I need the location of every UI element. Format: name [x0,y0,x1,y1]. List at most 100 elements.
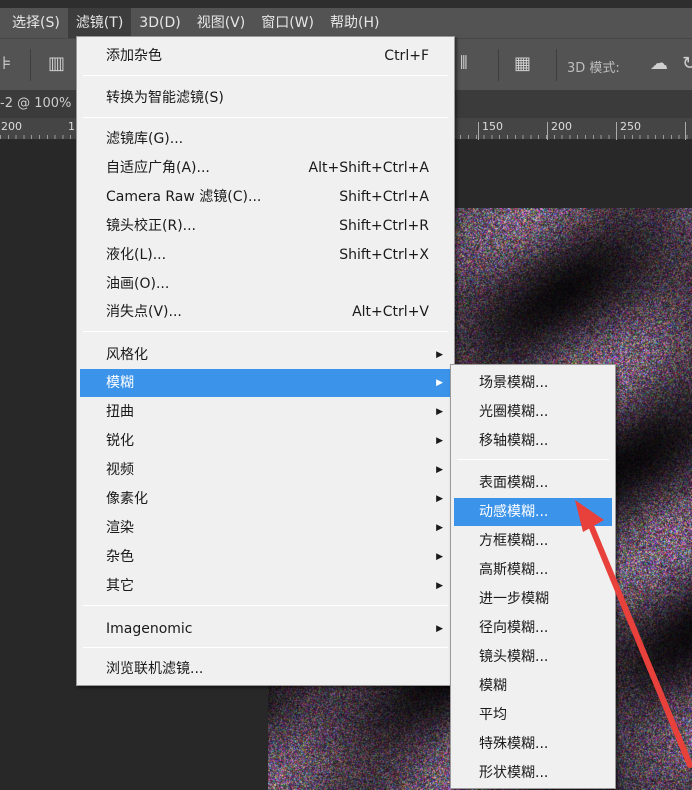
ruler-label: 1 [68,120,75,133]
menu-select[interactable]: 选择(S) [4,8,68,38]
menu-window[interactable]: 窗口(W) [253,8,322,38]
filter-menu-item[interactable]: 锐化 ▶ [80,427,451,455]
menu-bar: 选择(S) 滤镜(T) 3D(D) 视图(V) 窗口(W) 帮助(H) [0,8,692,38]
ruler-label: 200 [551,120,572,133]
blur-submenu-item[interactable]: 模糊 [454,672,612,700]
submenu-arrow-icon: ▶ [436,543,443,571]
menu-item-shortcut: Alt+Shift+Ctrl+A [309,154,429,182]
blur-submenu-item[interactable]: 进一步模糊 [454,585,612,613]
blur-submenu-item[interactable]: 表面模糊... [454,469,612,497]
submenu-arrow-icon: ▶ [436,427,443,455]
blur-submenu-item[interactable]: 方框模糊... [454,527,612,555]
filter-menu-item[interactable]: 像素化 ▶ [80,485,451,513]
menu-item-label: 风格化 [106,347,148,363]
menu-item-label: 滤镜库(G)... [106,131,183,147]
menu-item-label: 锐化 [106,433,134,449]
menu-3d[interactable]: 3D(D) [131,8,188,38]
divider [30,49,31,81]
blur-submenu-item[interactable]: 特殊模糊... [454,730,612,758]
blur-submenu-item[interactable]: 光圈模糊... [454,398,612,426]
filter-menu-item[interactable]: 模糊 ▶ [80,369,451,397]
filter-menu-item[interactable]: 镜头校正(R)... Shift+Ctrl+R [80,212,451,240]
menu-filter[interactable]: 滤镜(T) [68,8,131,38]
divider [556,49,557,81]
tool-icon[interactable]: ⊧ [2,53,11,74]
3d-roll-icon[interactable]: ↻ [682,53,692,74]
filter-menu-item[interactable]: 消失点(V)... Alt+Ctrl+V [80,298,451,326]
submenu-arrow-icon: ▶ [436,514,443,542]
menu-item-label: 液化(L)... [106,247,166,263]
blur-submenu: 场景模糊... 光圈模糊... 移轴模糊... 表面模糊... 动感模糊... 方框模糊.… [450,364,616,789]
distribute-icon[interactable]: ⫴ [460,53,468,74]
menu-item-label: 消失点(V)... [106,304,182,320]
submenu-arrow-icon: ▶ [436,341,443,369]
submenu-arrow-icon: ▶ [436,485,443,513]
menu-separator [83,117,448,118]
blur-submenu-item[interactable]: 移轴模糊... [454,427,612,455]
align-top-icon[interactable]: ▥ [48,53,65,74]
ruler-label: 250 [620,120,641,133]
menu-separator [83,647,448,648]
menu-item-label: 模糊 [106,375,134,391]
submenu-arrow-icon: ▶ [436,398,443,426]
filter-menu-item[interactable]: 浏览联机滤镜... [80,655,451,683]
submenu-arrow-icon: ▶ [436,615,443,643]
divider [498,49,499,81]
ruler-tick [616,122,617,140]
filter-menu-item[interactable]: 自适应广角(A)... Alt+Shift+Ctrl+A [80,154,451,182]
menu-item-shortcut: Shift+Ctrl+A [339,183,429,211]
filter-menu-item[interactable]: 渲染 ▶ [80,514,451,542]
menu-item-shortcut: Shift+Ctrl+R [339,212,429,240]
filter-menu-item[interactable]: 转换为智能滤镜(S) [80,84,451,112]
menu-separator [83,75,448,76]
filter-menu-item[interactable]: Camera Raw 滤镜(C)... Shift+Ctrl+A [80,183,451,211]
ruler-tick [547,122,548,140]
menu-item-label: 油画(O)... [106,276,169,292]
blur-submenu-item[interactable]: 镜头模糊... [454,643,612,671]
filter-menu-item[interactable]: 其它 ▶ [80,572,451,600]
title-strip [0,0,692,8]
menu-help[interactable]: 帮助(H) [322,8,387,38]
filter-menu-item[interactable]: 杂色 ▶ [80,543,451,571]
menu-item-shortcut: Shift+Ctrl+X [339,241,429,269]
blur-submenu-item[interactable]: 高斯模糊... [454,556,612,584]
menu-item-label: 转换为智能滤镜(S) [106,90,224,106]
blur-submenu-item[interactable]: 径向模糊... [454,614,612,642]
filter-menu-item[interactable]: 视频 ▶ [80,456,451,484]
blur-submenu-item[interactable]: 动感模糊... [454,498,612,526]
filter-menu-item[interactable]: 液化(L)... Shift+Ctrl+X [80,241,451,269]
menu-item-label: 镜头校正(R)... [106,218,196,234]
menu-separator [83,331,448,332]
menu-item-label: 其它 [106,578,134,594]
filter-menu: 添加杂色 Ctrl+F 转换为智能滤镜(S) 滤镜库(G)... 自适应广角(A)...… [76,36,455,686]
ruler-tick [685,122,686,140]
menu-item-label: Imagenomic [106,621,193,637]
menu-item-label: 自适应广角(A)... [106,160,210,176]
ruler-label: 200 [1,120,22,133]
filter-menu-item[interactable]: 风格化 ▶ [80,341,451,369]
submenu-arrow-icon: ▶ [436,369,443,397]
blur-submenu-item[interactable]: 平均 [454,701,612,729]
submenu-arrow-icon: ▶ [436,456,443,484]
menu-view[interactable]: 视图(V) [189,8,254,38]
menu-item-shortcut: Alt+Ctrl+V [352,298,429,326]
menu-item-label: 浏览联机滤镜... [106,661,203,677]
submenu-arrow-icon: ▶ [436,572,443,600]
3d-orbit-icon[interactable]: ☁ [650,53,668,74]
ruler-label: 150 [482,120,503,133]
blur-submenu-item[interactable]: 场景模糊... [454,369,612,397]
menu-item-label: 添加杂色 [106,48,162,64]
filter-menu-item[interactable]: 添加杂色 Ctrl+F [80,42,451,70]
menu-item-shortcut: Ctrl+F [384,42,429,70]
menu-item-label: 杂色 [106,549,134,565]
blur-submenu-item[interactable]: 形状模糊... [454,759,612,787]
filter-menu-item[interactable]: 扭曲 ▶ [80,398,451,426]
filter-menu-item[interactable]: 滤镜库(G)... [80,125,451,153]
filter-menu-item[interactable]: 油画(O)... [80,270,451,298]
filter-menu-item[interactable]: Imagenomic ▶ [80,615,451,643]
distribute-spacing-icon[interactable]: ▦ [514,53,531,74]
menu-separator [83,605,448,606]
menu-item-label: 渲染 [106,520,134,536]
3d-mode-label: 3D 模式: [567,57,620,76]
document-title: -2 @ 100% [0,96,71,111]
